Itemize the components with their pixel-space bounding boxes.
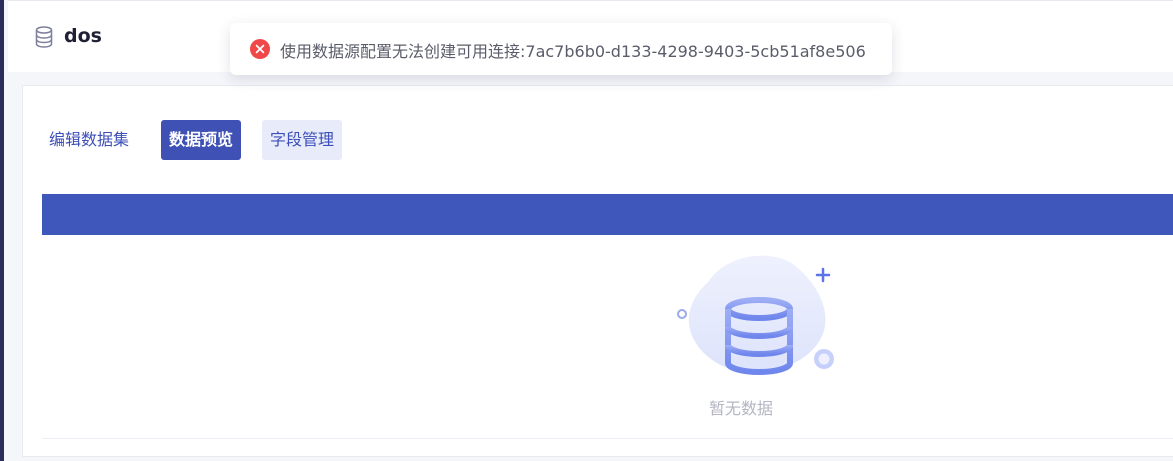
table-header <box>42 194 1173 235</box>
empty-database-icon <box>677 255 834 376</box>
toast-message: 使用数据源配置无法创建可用连接:7ac7b6b0-d133-4298-9403-… <box>280 42 866 61</box>
table-body: 暂无数据 <box>42 235 1173 439</box>
empty-state-text: 暂无数据 <box>708 399 773 418</box>
error-toast: 使用数据源配置无法创建可用连接:7ac7b6b0-d133-4298-9403-… <box>230 23 892 75</box>
tab-data-preview[interactable]: 数据预览 <box>161 120 242 160</box>
page-title: dos <box>64 25 102 47</box>
tab-field-management[interactable]: 字段管理 <box>262 120 343 160</box>
database-icon <box>35 26 53 48</box>
tab-edit-dataset[interactable]: 编辑数据集 <box>41 120 137 160</box>
dataset-panel: 编辑数据集 数据预览 字段管理 暂无数据 <box>22 85 1173 457</box>
close-circle-icon <box>250 39 270 59</box>
app-frame: dos 编辑数据集 数据预览 字段管理 暂无数据 使用数据源配置无法创建可用连接… <box>0 0 1173 461</box>
